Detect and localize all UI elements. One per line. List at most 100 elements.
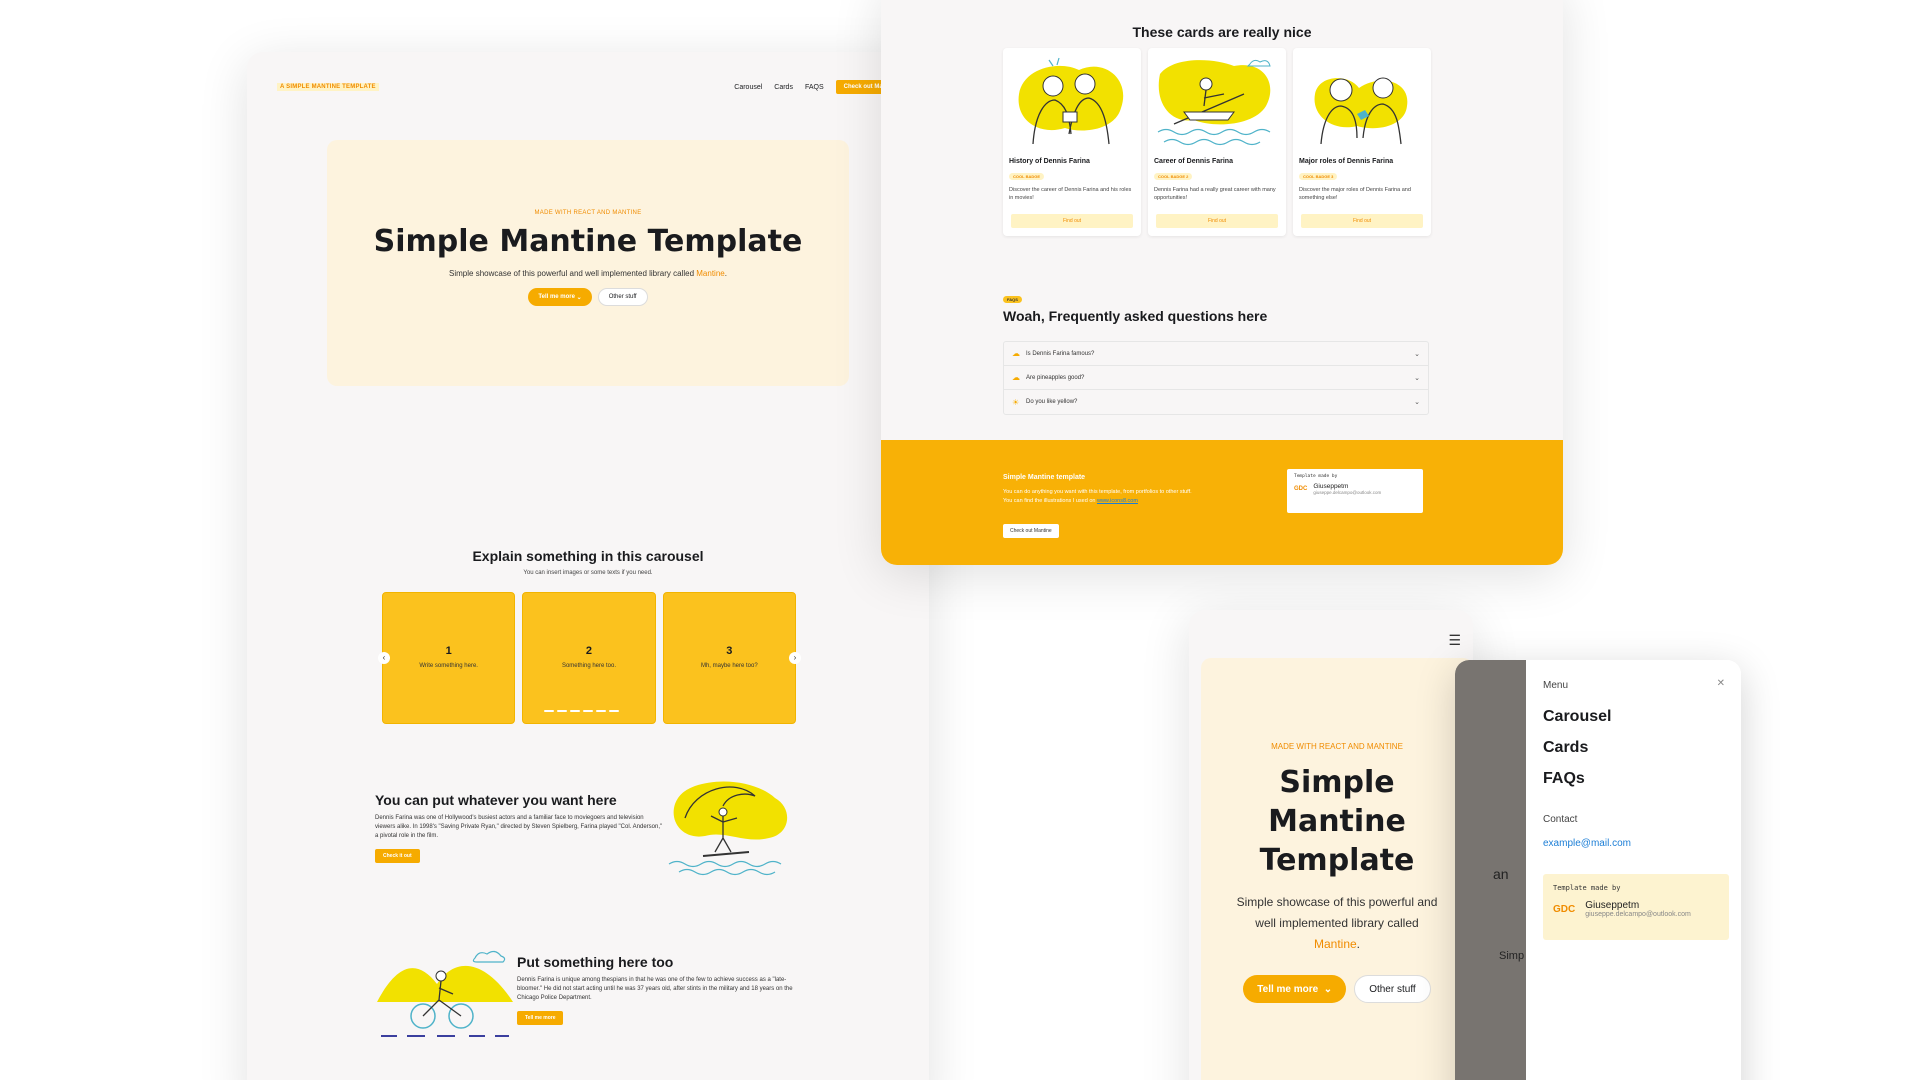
mobile-other-stuff-button[interactable]: Other stuff xyxy=(1354,975,1431,1003)
chevron-left-icon[interactable]: ‹ xyxy=(378,652,390,664)
cloud-icon: ☁ xyxy=(1012,373,1020,382)
carousel-slide[interactable]: 1 Write something here. xyxy=(382,592,516,724)
faq-question: Are pineapples good? xyxy=(1026,374,1085,381)
card-illustration-friends xyxy=(1314,77,1408,145)
slide-text: Something here too. xyxy=(561,663,617,669)
mobile-tell-me-more-label: Tell me more xyxy=(1257,983,1319,995)
cards-faq-panel: These cards are really nice History of D… xyxy=(881,0,1563,565)
feature-card: History of Dennis Farina COOL BADGE Disc… xyxy=(1003,48,1141,236)
tell-me-more-button[interactable]: Tell me more ⌄ xyxy=(528,288,592,306)
find-out-button[interactable]: Find out xyxy=(1301,214,1423,228)
card-illustration-couple xyxy=(1018,57,1124,145)
chevron-down-icon: ⌄ xyxy=(1414,374,1420,382)
mobile-drawer-panel: an Simp Menu ✕ Carousel Cards FAQs Conta… xyxy=(1455,660,1741,1080)
faq-title: Woah, Frequently asked questions here xyxy=(1003,308,1268,324)
carousel: 1 Write something here. 2 Something here… xyxy=(382,592,796,724)
carousel-dot[interactable] xyxy=(596,710,606,712)
gdc-logo: GDC xyxy=(1553,903,1576,915)
faq-badge: FAQS xyxy=(1003,296,1022,303)
desktop-landing-panel: A SIMPLE MANTINE TEMPLATE Carousel Cards… xyxy=(247,52,929,1080)
card-title: Career of Dennis Farina xyxy=(1154,158,1233,165)
contact-email-link[interactable]: example@mail.com xyxy=(1543,838,1631,849)
made-by-label: Template made by xyxy=(1553,884,1621,892)
hero-section: MADE WITH REACT AND MANTINE Simple Manti… xyxy=(327,140,849,386)
nav-link-cards[interactable]: Cards xyxy=(774,84,793,91)
mobile-hero-subtitle-end: . xyxy=(1356,937,1361,951)
slide-text: Mh, maybe here too? xyxy=(700,663,758,669)
drawer-overlay[interactable]: an Simp xyxy=(1455,660,1526,1080)
mobile-tell-me-more-button[interactable]: Tell me more ⌄ xyxy=(1243,975,1347,1003)
mobile-hero-eyebrow: MADE WITH REACT AND MANTINE xyxy=(1271,742,1403,751)
contact-label: Contact xyxy=(1543,814,1578,825)
mobile-mantine-link[interactable]: Mantine xyxy=(1314,937,1357,951)
close-icon[interactable]: ✕ xyxy=(1717,678,1725,689)
gdc-logo: GDC xyxy=(1294,486,1308,492)
feature2-body: Dennis Farina is unique among thespians … xyxy=(517,977,793,1001)
mantine-link[interactable]: Mantine xyxy=(696,269,724,278)
feature1-body: Dennis Farina was one of Hollywood's bus… xyxy=(375,815,663,839)
author-name[interactable]: Giuseppetm xyxy=(1585,900,1691,911)
carousel-dot[interactable] xyxy=(570,710,580,712)
carousel-dot[interactable] xyxy=(583,710,593,712)
sun-icon: ☁ xyxy=(1012,349,1020,358)
author-email[interactable]: giuseppe.delcampo@outlook.com xyxy=(1313,490,1381,495)
feature-card: Career of Dennis Farina COOL BADGE 2 Den… xyxy=(1148,48,1286,236)
faq-item[interactable]: ☁ Are pineapples good? ⌄ xyxy=(1004,366,1428,390)
mobile-hero-subtitle-text: Simple showcase of this powerful and wel… xyxy=(1236,895,1438,930)
chevron-down-icon: ⌄ xyxy=(1323,983,1333,995)
carousel-dot[interactable] xyxy=(544,710,554,712)
carousel-slide[interactable]: 3 Mh, maybe here too? xyxy=(662,592,796,724)
carousel-slide[interactable]: 2 Something here too. xyxy=(522,592,656,724)
feature-card: Major roles of Dennis Farina COOL BADGE … xyxy=(1293,48,1431,236)
icons8-link[interactable]: www.icons8.com xyxy=(1097,498,1138,504)
check-it-out-button[interactable]: Check it out xyxy=(375,849,420,863)
card-badge: COOL BADGE xyxy=(1009,173,1045,180)
mobile-hero: MADE WITH REACT AND MANTINE Simple Manti… xyxy=(1201,658,1473,1080)
drawer-link-cards[interactable]: Cards xyxy=(1543,739,1611,757)
card-badge: COOL BADGE 3 xyxy=(1299,173,1338,180)
chevron-down-icon: ⌄ xyxy=(576,294,582,301)
top-nav: Carousel Cards FAQS Check out Mantine xyxy=(734,80,905,94)
card-description: Discover the major roles of Dennis Farin… xyxy=(1299,187,1411,201)
carousel-dot[interactable] xyxy=(609,710,619,712)
carousel-dot[interactable] xyxy=(557,710,567,712)
card-illustration-rowing xyxy=(1157,59,1271,146)
cyclist-illustration xyxy=(377,950,513,1037)
mobile-hero-title: Simple Mantine Template xyxy=(1259,765,1415,878)
footer-text: You can do anything you want with this t… xyxy=(1003,488,1192,507)
chevron-down-icon: ⌄ xyxy=(1414,350,1420,358)
footer-check-out-mantine-button[interactable]: Check out Mantine xyxy=(1003,524,1059,538)
nav-link-faqs[interactable]: FAQS xyxy=(805,84,824,91)
made-by-label: Template made by xyxy=(1294,474,1338,479)
slide-number: 1 xyxy=(445,645,452,657)
feature-section-1: You can put whatever you want here Denni… xyxy=(375,792,665,863)
other-stuff-button[interactable]: Other stuff xyxy=(597,288,648,306)
find-out-button[interactable]: Find out xyxy=(1011,214,1133,228)
feature1-title: You can put whatever you want here xyxy=(375,792,617,808)
footer-line-2: You can find the illustrations I used on… xyxy=(1003,497,1192,506)
drawer-link-faqs[interactable]: FAQs xyxy=(1543,770,1611,788)
tell-me-more-label: Tell me more xyxy=(538,294,575,300)
drawer-link-carousel[interactable]: Carousel xyxy=(1543,708,1611,726)
overlay-peek-text: an xyxy=(1493,866,1509,882)
hamburger-icon[interactable]: ☰ xyxy=(1448,632,1461,649)
slide-number: 3 xyxy=(726,645,733,657)
find-out-button[interactable]: Find out xyxy=(1156,214,1278,228)
mobile-panel: ☰ MADE WITH REACT AND MANTINE Simple Man… xyxy=(1189,610,1473,1080)
footer: Simple Mantine template You can do anyth… xyxy=(881,440,1563,565)
faq-item[interactable]: ☁ Is Dennis Farina famous? ⌄ xyxy=(1004,342,1428,366)
sun-icon: ☀ xyxy=(1012,397,1020,407)
tell-me-more-button-2[interactable]: Tell me more xyxy=(517,1011,564,1025)
drawer-made-by-card: Template made by GDC Giuseppetm giuseppe… xyxy=(1543,874,1729,940)
author-email[interactable]: giuseppe.delcampo@outlook.com xyxy=(1585,911,1691,918)
hero-title: Simple Mantine Template xyxy=(373,224,803,259)
nav-link-carousel[interactable]: Carousel xyxy=(734,84,762,91)
author-name[interactable]: Giuseppetm xyxy=(1313,483,1381,490)
faq-item[interactable]: ☀ Do you like yellow? ⌄ xyxy=(1004,390,1428,414)
drawer-menu-label: Menu xyxy=(1543,680,1569,691)
footer-line-1: You can do anything you want with this t… xyxy=(1003,489,1192,495)
nav-drawer: Menu ✕ Carousel Cards FAQs Contact examp… xyxy=(1526,660,1741,1080)
brand-logo[interactable]: A SIMPLE MANTINE TEMPLATE xyxy=(277,83,379,91)
chevron-right-icon[interactable]: › xyxy=(789,652,801,664)
hero-subtitle: Simple showcase of this powerful and wel… xyxy=(327,269,849,278)
